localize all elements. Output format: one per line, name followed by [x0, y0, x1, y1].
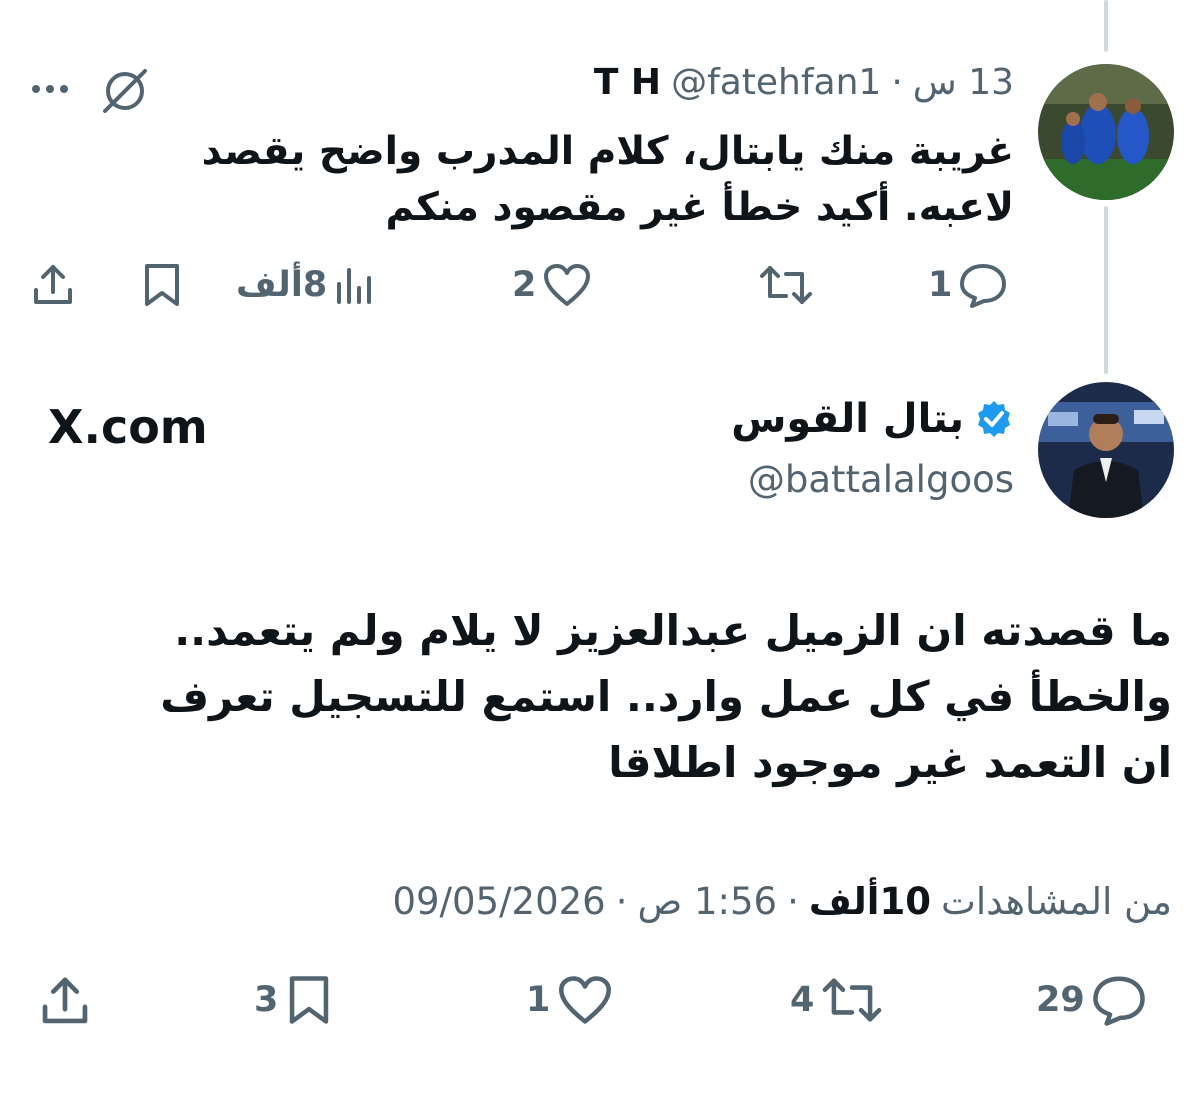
- share-icon: [30, 262, 76, 308]
- views-count: 10ألف: [808, 880, 931, 923]
- bookmark-button[interactable]: 3: [254, 974, 334, 1026]
- tweet-text-line: غريبة منك يابتال، كلام المدرب واضح يقصد: [201, 129, 1014, 174]
- handle[interactable]: @fatehfan1: [671, 62, 881, 103]
- share-button[interactable]: [38, 974, 92, 1028]
- tweet-metadata: 09/05/2026 · 1:56 ص · 10ألف من المشاهدات: [392, 880, 1172, 923]
- like-button[interactable]: 2: [512, 262, 592, 308]
- views-icon: [333, 262, 377, 308]
- tweet-text-line: ما قصدته ان الزميل عبدالعزيز لا يلام ولم…: [174, 606, 1172, 655]
- heart-icon: [556, 974, 614, 1026]
- heart-icon: [542, 262, 592, 308]
- timestamp[interactable]: 13 س: [913, 62, 1014, 103]
- views-label: من المشاهدات: [940, 880, 1172, 923]
- like-count: 2: [512, 265, 537, 305]
- views-button[interactable]: 8ألف: [236, 262, 377, 308]
- tweet-text-line: والخطأ في كل عمل وارد.. استمع للتسجيل تع…: [160, 672, 1172, 721]
- thread-line-middle: [1104, 206, 1108, 374]
- bookmark-count: 3: [254, 980, 279, 1020]
- retweet-count: 4: [790, 980, 815, 1020]
- grok-icon[interactable]: [100, 66, 150, 116]
- tweet-text: غريبة منك يابتال، كلام المدرب واضح يقصد …: [202, 124, 1014, 236]
- share-icon: [38, 974, 92, 1028]
- thread-line-top: [1104, 0, 1108, 52]
- tweet-text-line: لاعبه. أكيد خطأ غير مقصود منكم: [385, 185, 1014, 230]
- reply-button[interactable]: 29: [1036, 974, 1147, 1026]
- reply-icon: [1091, 974, 1147, 1026]
- tweet-time[interactable]: 1:56 ص: [637, 880, 777, 923]
- retweet-button[interactable]: [752, 262, 814, 308]
- bookmark-icon: [284, 974, 334, 1026]
- share-button[interactable]: [30, 262, 76, 308]
- avatar[interactable]: [1038, 382, 1174, 518]
- like-count: 1: [526, 980, 551, 1020]
- retweet-icon: [820, 974, 884, 1026]
- x-logo-label: X.com: [48, 400, 208, 454]
- reply-count: 1: [928, 265, 953, 305]
- retweet-icon: [758, 262, 814, 308]
- handle[interactable]: @battalalgoos: [748, 458, 1014, 501]
- verified-icon: [974, 399, 1014, 439]
- reply-header: T H @fatehfan1 · 13 س: [594, 62, 1014, 103]
- reply-button[interactable]: 1: [928, 262, 1008, 308]
- bookmark-button[interactable]: [140, 262, 184, 308]
- display-name[interactable]: بتال القوس: [731, 396, 964, 442]
- reply-icon: [958, 262, 1008, 308]
- separator: ·: [891, 62, 903, 103]
- avatar[interactable]: [1038, 64, 1174, 200]
- separator: ·: [615, 880, 628, 923]
- display-name[interactable]: T H: [594, 62, 661, 103]
- bookmark-icon: [140, 262, 184, 308]
- author-row: بتال القوس: [731, 396, 1014, 442]
- separator: ·: [787, 880, 799, 923]
- tweet-date[interactable]: 09/05/2026: [392, 880, 605, 923]
- more-icon[interactable]: [30, 82, 70, 96]
- views-count: 8ألف: [236, 265, 328, 305]
- tweet-text-line: ان التعمد غير موجود اطلاقا: [608, 738, 1172, 787]
- like-button[interactable]: 1: [526, 974, 614, 1026]
- retweet-button[interactable]: 4: [790, 974, 884, 1026]
- reply-count: 29: [1036, 980, 1085, 1020]
- tweet-text: ما قصدته ان الزميل عبدالعزيز لا يلام ولم…: [160, 598, 1172, 796]
